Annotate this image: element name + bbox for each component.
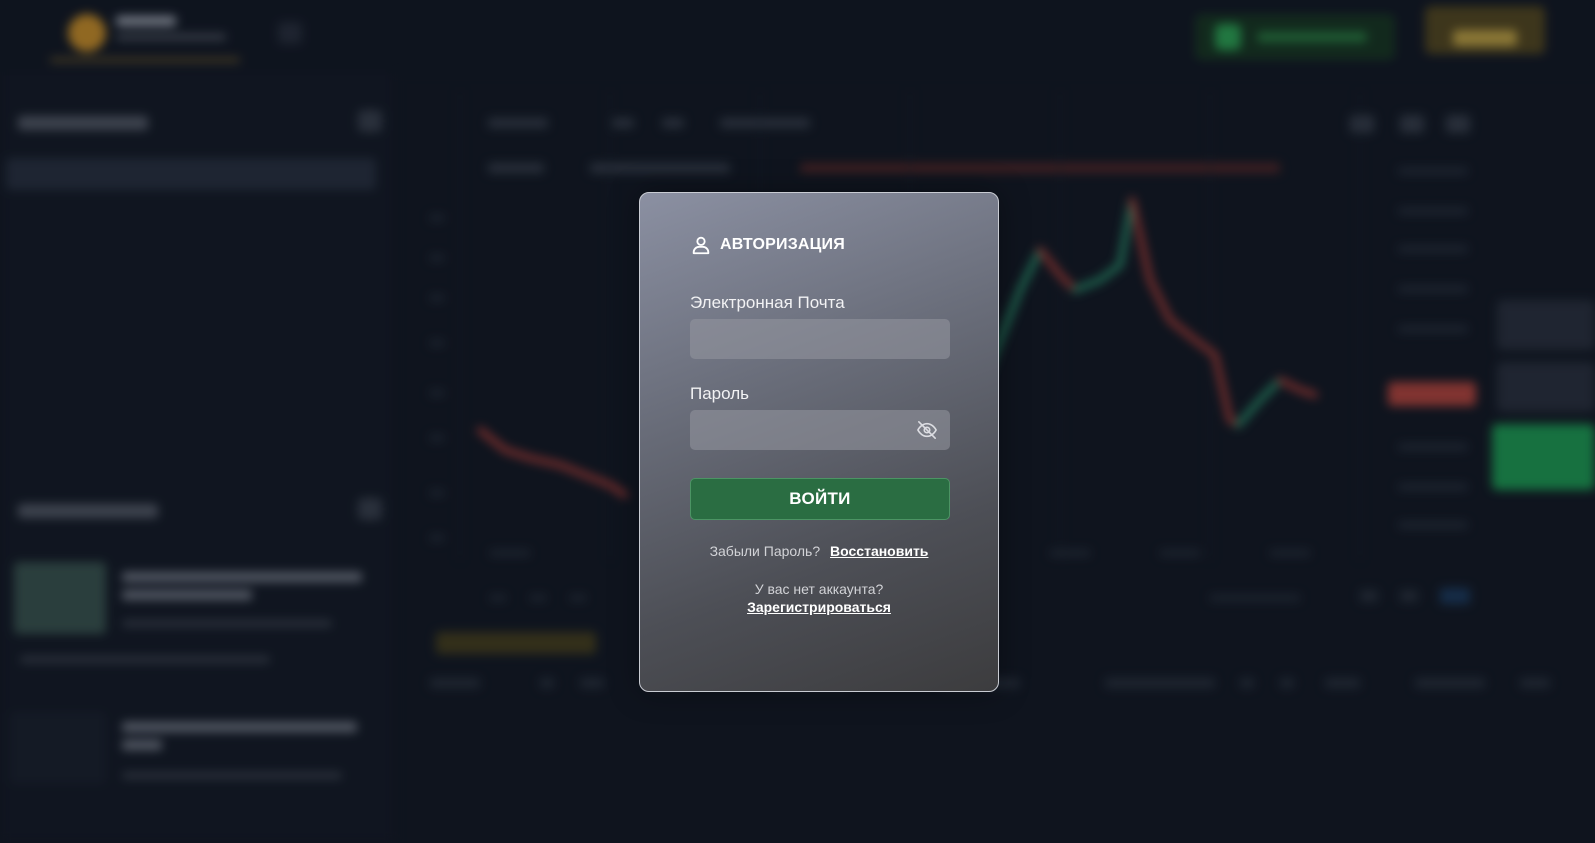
eye-off-icon[interactable] (916, 420, 938, 440)
no-account-text: У вас нет аккаунта? (754, 581, 884, 597)
password-label: Пароль (690, 384, 749, 403)
email-field[interactable] (690, 319, 950, 359)
login-button[interactable]: ВОЙТИ (690, 478, 950, 520)
email-label: Электронная Почта (690, 293, 845, 312)
restore-password-link[interactable]: Восстановить (830, 543, 928, 559)
register-row: Зарегистрироваться (640, 599, 998, 615)
login-modal: АВТОРИЗАЦИЯ Электронная Почта Пароль ВОЙ… (639, 192, 999, 692)
forgot-password-row: Забыли Пароль? Восстановить (640, 543, 998, 559)
forgot-password-text: Забыли Пароль? (709, 543, 821, 559)
user-icon (690, 234, 712, 256)
register-link[interactable]: Зарегистрироваться (747, 599, 891, 615)
login-header: АВТОРИЗАЦИЯ (690, 233, 845, 257)
login-title: АВТОРИЗАЦИЯ (720, 236, 845, 253)
password-field[interactable] (690, 410, 950, 450)
